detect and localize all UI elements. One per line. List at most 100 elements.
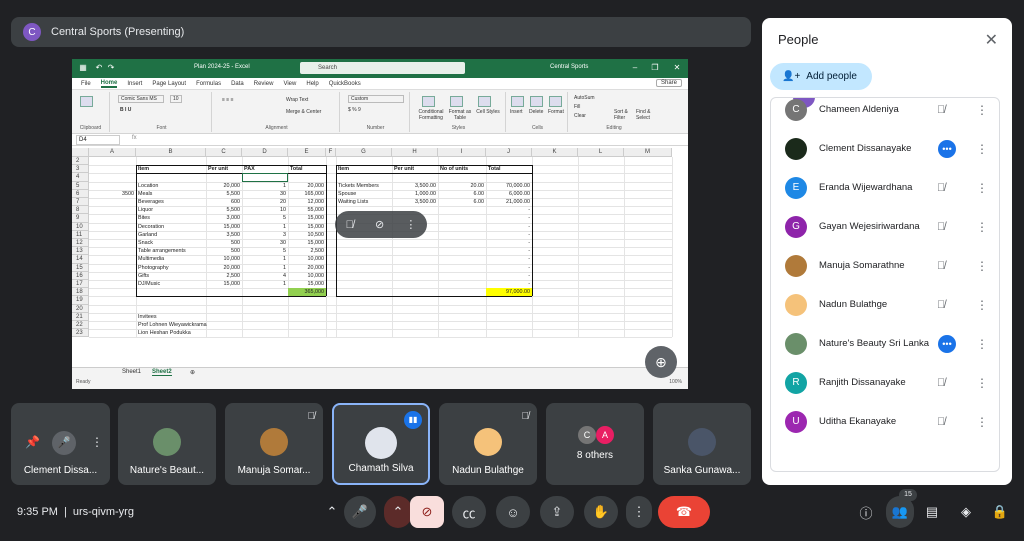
more-button[interactable]: ⋮ [626, 496, 652, 528]
participant-more-icon[interactable]: ⋮ [976, 298, 988, 312]
participant-more-icon[interactable]: ⋮ [976, 103, 988, 117]
selected-cell [242, 173, 288, 182]
captions-button[interactable]: ㏄ [452, 496, 486, 528]
grid-cell: 5 [283, 215, 286, 222]
leave-call-button[interactable]: ☎ [658, 496, 710, 528]
participant-row[interactable]: C Chameen Aldeniya 🎙̸ ⋮ [771, 98, 999, 129]
host-controls-button[interactable]: 🔒 [986, 496, 1014, 528]
cell-styles-icon [478, 96, 491, 107]
participant-row[interactable]: Nature's Beauty Sri Lanka ••• ⋮ [771, 324, 999, 363]
others-avatar-c: C [578, 426, 596, 444]
sheet-tab-2: Sheet2 [152, 369, 172, 376]
grid-cell: Decoration [138, 223, 165, 230]
grid-cell: - [528, 264, 530, 271]
info-button[interactable]: ⓘ [852, 496, 880, 528]
activities-button[interactable]: ◈ [952, 496, 980, 528]
zoom-in-button[interactable]: ⊕ [645, 346, 677, 378]
present-button[interactable]: ⇪ [540, 496, 574, 528]
participant-name: Gayan Wejesiriwardana [819, 221, 920, 232]
conditional-format: Conditional Formatting [418, 109, 444, 121]
close-panel-icon[interactable]: ✕ [985, 30, 998, 50]
mic-options-button[interactable]: ⌃ [318, 496, 346, 528]
participant-row[interactable]: Nadun Bulathge 🎙̸ ⋮ [771, 285, 999, 324]
camera-off-icon[interactable]: ⊘ [375, 218, 384, 231]
presenter-avatar: C [23, 23, 41, 41]
participant-row[interactable]: R Ranjith Dissanayake 🎙̸ ⋮ [771, 363, 999, 402]
participant-more-icon[interactable]: ⋮ [976, 259, 988, 273]
grid-cell: 15,000 [307, 215, 325, 222]
row-header: 15 [72, 263, 89, 272]
group-label-editing: Editing [606, 125, 622, 131]
bold-icon: B I U [120, 107, 132, 113]
tile-others[interactable]: C A 8 others [546, 403, 644, 485]
participant-row[interactable]: Manuja Somarathne 🎙̸ ⋮ [771, 246, 999, 285]
participant-more-icon[interactable]: ⋮ [976, 142, 988, 156]
grid-cell: 20,000 [223, 264, 241, 271]
mic-off-icon[interactable]: 🎙̸ [346, 219, 354, 231]
grid-cell: - [528, 223, 530, 230]
group-label-clipboard: Clipboard [79, 125, 102, 131]
chevron-up-icon: ⌃ [326, 504, 338, 519]
tile-chamath[interactable]: ▮▮ Chamath Silva [332, 403, 430, 485]
ribbon-number: Custom $ % 9 Number [342, 92, 410, 132]
participant-more-icon[interactable]: ⋮ [976, 415, 988, 429]
tile-name: Chamath Silva [348, 463, 414, 474]
excel-ribbon: Clipboard Comic Sans MS 10 B I U Font Wr… [72, 90, 688, 134]
tile-manuja[interactable]: 🎙̸ Manuja Somar... [225, 403, 323, 485]
font-name: Comic Sans MS [118, 95, 164, 103]
participant-row[interactable]: E Eranda Wijewardhana 🎙̸ ⋮ [771, 168, 999, 207]
menu-page-layout: Page Layout [152, 80, 187, 87]
tile-clement[interactable]: 📌 🎤 ⋮ Clement Dissa... [11, 403, 110, 485]
sheet-tabs: Sheet1 Sheet2 ⊕ [72, 367, 688, 377]
participant-row[interactable]: Clement Dissanayake ••• ⋮ [771, 129, 999, 168]
grid-cell: 6,000.00 [509, 190, 530, 197]
row-header: 5 [72, 181, 89, 190]
column-header: H [392, 148, 438, 157]
participant-more-icon[interactable]: ⋮ [976, 337, 988, 351]
menu-quickbooks: QuickBooks [328, 80, 361, 87]
presenter-controls[interactable]: 🎙̸ ⊘ ⋮ [335, 211, 427, 238]
column-header: F [326, 148, 336, 157]
tile-sanka[interactable]: Sanka Gunawa... [653, 403, 751, 485]
meeting-time: 9:35 PM [17, 506, 58, 518]
grid-cell: 10,000 [223, 256, 241, 263]
pin-icon[interactable]: 📌 [25, 435, 40, 449]
grid-line [89, 304, 672, 306]
camera-options-button[interactable]: ⌃ [384, 496, 412, 528]
emoji-button[interactable]: ☺ [496, 496, 530, 528]
grid-cell: Per unit [208, 166, 229, 173]
participant-avatar: U [785, 410, 807, 433]
grid-cell: 12,000 [307, 199, 325, 205]
participant-more-icon[interactable]: ⋮ [976, 220, 988, 234]
tile-more-icon[interactable]: ⋮ [91, 435, 103, 449]
grid-cell: 20,000 [307, 182, 325, 189]
tile-nadun[interactable]: 🎙̸ Nadun Bulathge [439, 403, 537, 485]
participant-more-icon[interactable]: ⋮ [976, 376, 988, 390]
grid-cell: 70,000.00 [506, 182, 530, 189]
camera-button[interactable]: ⊘ [410, 496, 444, 528]
grid-corner [72, 148, 89, 157]
more-options-icon[interactable]: ⋮ [405, 218, 416, 231]
participant-more-icon[interactable]: ⋮ [976, 181, 988, 195]
chat-button[interactable]: ▤ [918, 496, 946, 528]
delete-icon [530, 96, 543, 107]
add-people-button[interactable]: 👤+ Add people [770, 63, 872, 90]
participant-row[interactable]: U Uditha Ekanayake 🎙̸ ⋮ [771, 402, 999, 441]
participant-row[interactable]: G Gayan Wejesiriwardana 🎙̸ ⋮ [771, 207, 999, 246]
grid-cell: 10,500 [307, 231, 325, 238]
mic-button[interactable]: 🎤 [344, 496, 376, 528]
grid-cell: No of units [440, 166, 469, 173]
grid-line [672, 157, 673, 338]
muted-icon: 🎙̸ [937, 415, 946, 428]
speaking-icon: ▮▮ [404, 411, 422, 429]
grid-cell: - [528, 248, 530, 255]
avatar [474, 428, 502, 456]
cells-delete: Delete [529, 109, 544, 115]
group-label-alignment: Alignment [265, 125, 288, 131]
row-header: 14 [72, 255, 89, 264]
muted-icon: 🎙̸ [307, 411, 316, 422]
grid-cell: Total [290, 166, 303, 173]
tile-natures-beauty[interactable]: Nature's Beaut... [118, 403, 216, 485]
mic-icon[interactable]: 🎤 [52, 431, 76, 455]
raise-hand-button[interactable]: ✋ [584, 496, 618, 528]
